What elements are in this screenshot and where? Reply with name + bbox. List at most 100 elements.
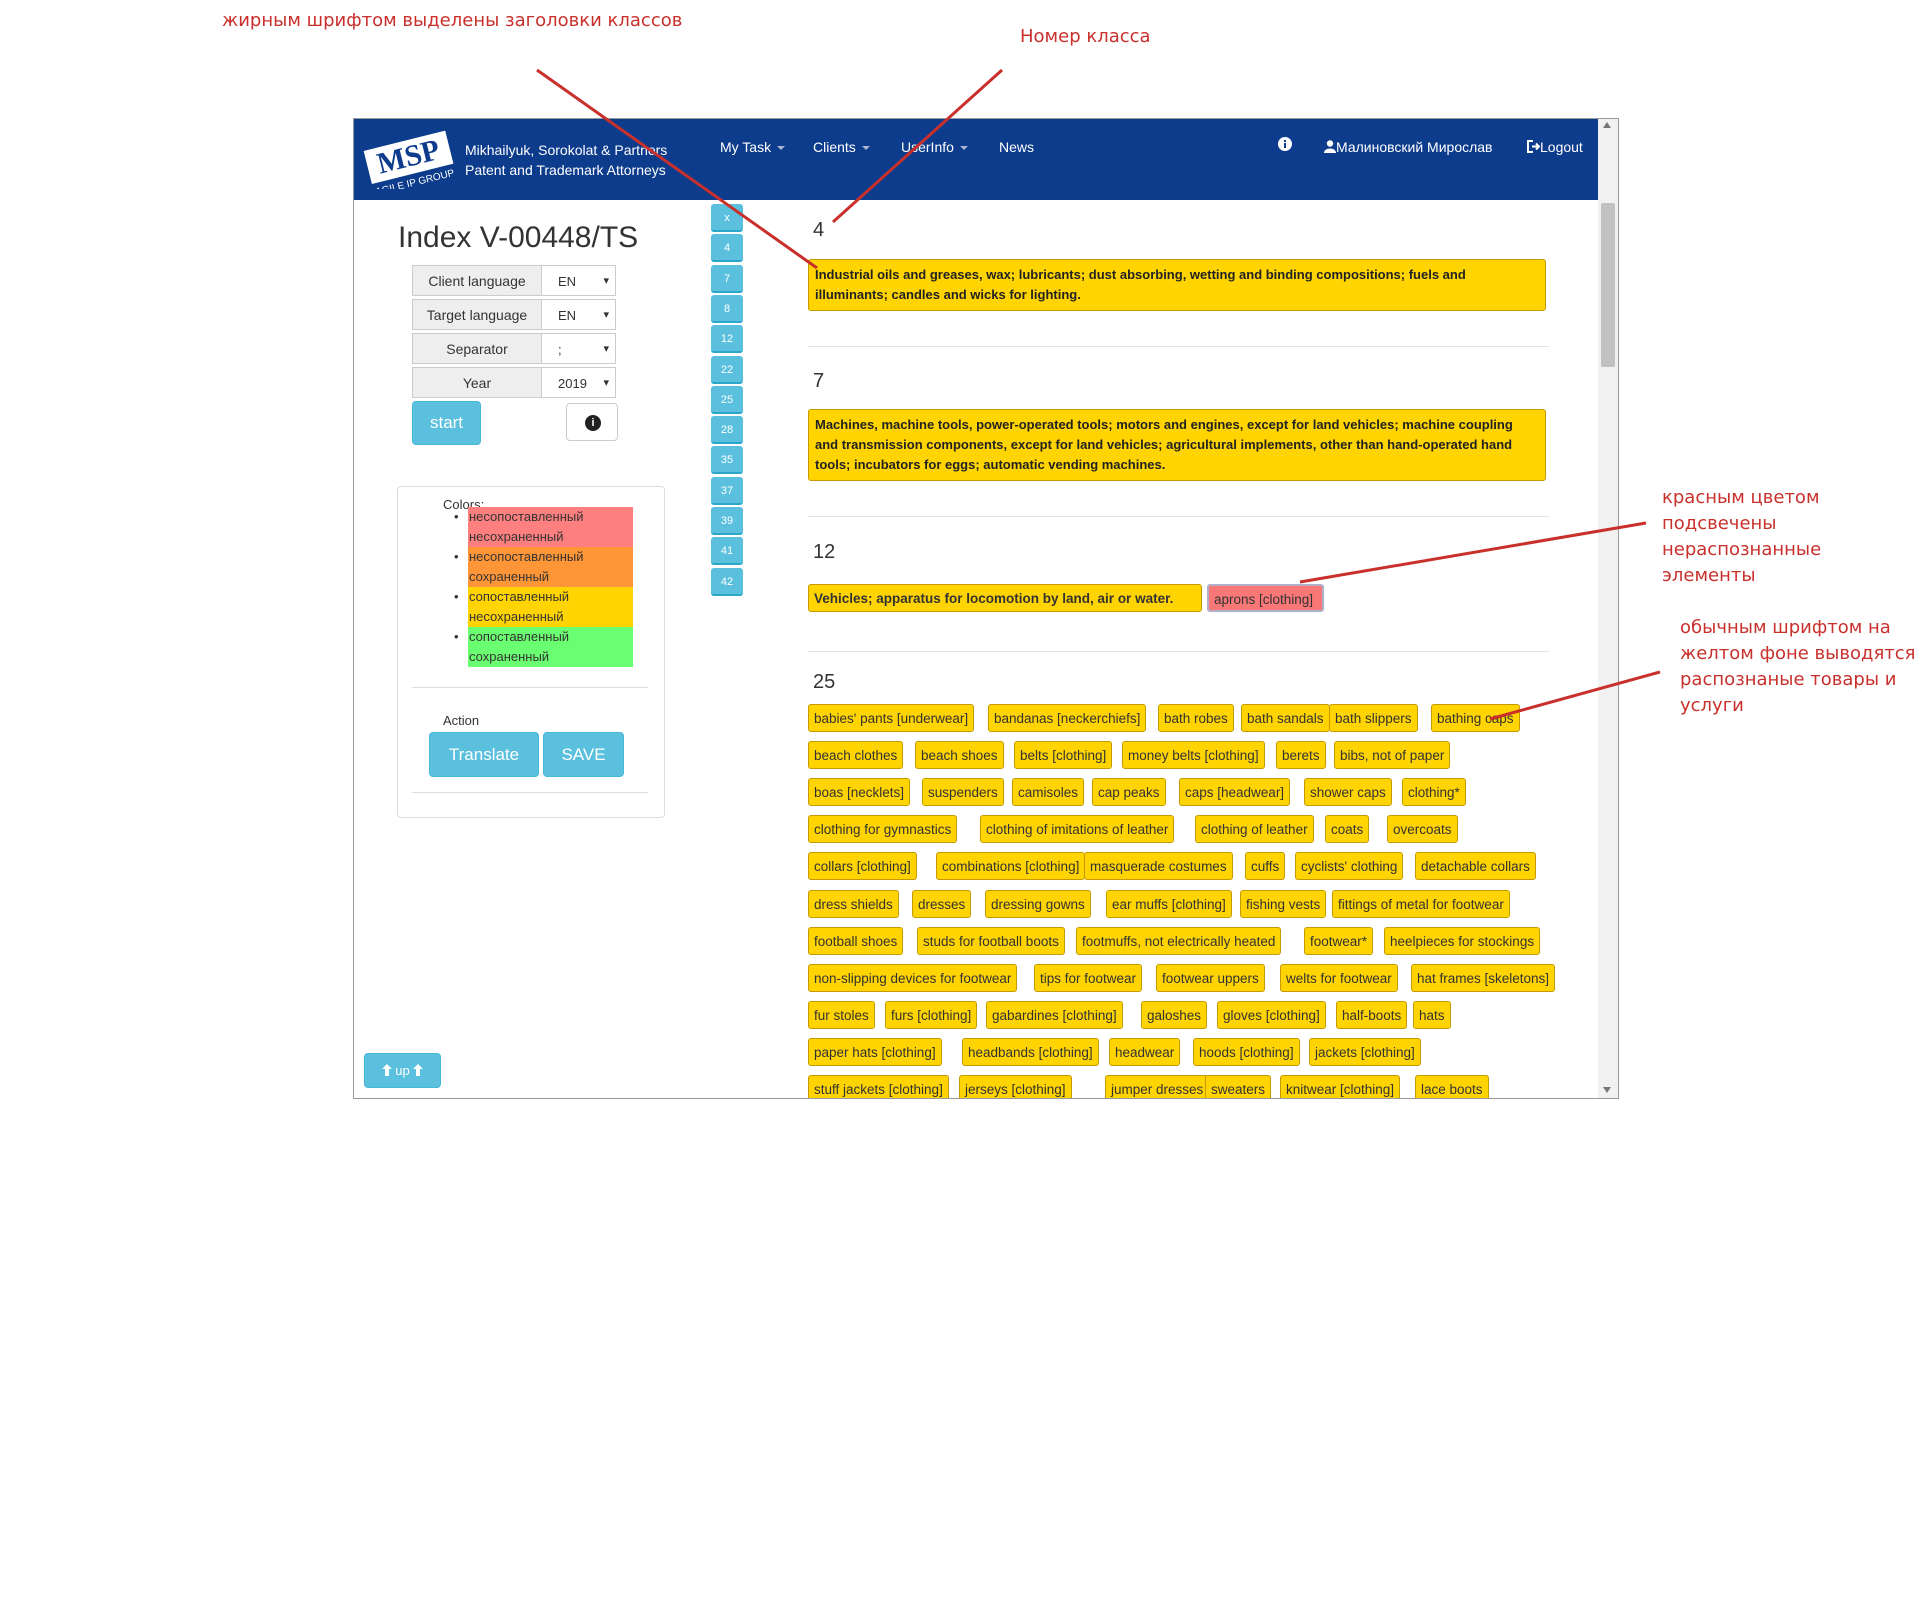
class-header[interactable]: Industrial oils and greases, wax; lubric… <box>808 259 1546 311</box>
recognized-item[interactable]: bath slippers <box>1329 704 1418 732</box>
save-button[interactable]: SAVE <box>543 732 624 777</box>
recognized-item[interactable]: dress shields <box>808 889 899 918</box>
recognized-item[interactable]: half-boots <box>1336 1000 1408 1029</box>
target-language-select[interactable]: EN <box>542 299 616 331</box>
recognized-item[interactable]: money belts [clothing] <box>1122 741 1265 770</box>
recognized-item[interactable]: football shoes <box>808 926 904 955</box>
recognized-item[interactable]: boas [necklets] <box>808 778 911 807</box>
nav-userinfo[interactable]: UserInfo <box>897 137 972 157</box>
recognized-item[interactable]: dressing gowns <box>985 889 1091 918</box>
scrollbar-thumb[interactable] <box>1601 203 1615 367</box>
year-select[interactable]: 2019 <box>542 367 616 398</box>
recognized-item[interactable]: lace boots <box>1415 1075 1489 1098</box>
recognized-item[interactable]: hoods [clothing] <box>1193 1037 1300 1066</box>
recognized-item[interactable]: clothing* <box>1402 778 1466 807</box>
class-nav-button-35[interactable]: 35 <box>711 446 743 475</box>
client-language-select[interactable]: EN <box>542 265 616 297</box>
nav-user[interactable]: Малиновский Мирослав <box>1320 137 1497 157</box>
class-nav-button-8[interactable]: 8 <box>711 294 743 323</box>
class-nav-button-37[interactable]: 37 <box>711 476 743 505</box>
scroll-down-arrow-icon[interactable] <box>1603 1087 1611 1093</box>
recognized-item[interactable]: beach clothes <box>808 741 904 770</box>
recognized-item[interactable]: masquerade costumes <box>1084 852 1233 881</box>
recognized-item[interactable]: clothing of imitations of leather <box>980 815 1175 844</box>
recognized-item[interactable]: coats <box>1325 815 1370 844</box>
nav-my-task[interactable]: My Task <box>716 137 789 157</box>
class-nav-button-22[interactable]: 22 <box>711 355 743 384</box>
class-nav-button-12[interactable]: 12 <box>711 325 743 354</box>
recognized-item[interactable]: clothing for gymnastics <box>808 815 958 844</box>
recognized-item[interactable]: dresses <box>912 889 972 918</box>
class-nav-button-39[interactable]: 39 <box>711 507 743 535</box>
recognized-item[interactable]: non-slipping devices for footwear <box>808 963 1018 992</box>
recognized-item[interactable]: gabardines [clothing] <box>986 1000 1123 1029</box>
class-nav-button-41[interactable]: 41 <box>711 537 743 566</box>
recognized-item[interactable]: cuffs <box>1245 852 1286 881</box>
recognized-item[interactable]: fittings of metal for footwear <box>1332 889 1510 918</box>
class-nav-button-28[interactable]: 28 <box>711 416 743 445</box>
recognized-item[interactable]: welts for footwear <box>1280 963 1398 992</box>
recognized-item[interactable]: sweaters <box>1205 1075 1272 1098</box>
nav-clients[interactable]: Clients <box>809 137 874 157</box>
recognized-item[interactable]: gloves [clothing] <box>1217 1000 1326 1029</box>
nav-news[interactable]: News <box>995 137 1038 157</box>
recognized-item[interactable]: belts [clothing] <box>1014 741 1113 770</box>
recognized-item[interactable]: tips for footwear <box>1034 963 1143 992</box>
recognized-item[interactable]: footwear* <box>1304 926 1374 955</box>
scroll-up-button[interactable]: up <box>364 1053 441 1088</box>
recognized-item[interactable]: headwear <box>1109 1037 1181 1066</box>
recognized-item[interactable]: cap peaks <box>1092 778 1166 807</box>
recognized-item[interactable]: jerseys [clothing] <box>959 1075 1072 1098</box>
recognized-item[interactable]: heelpieces for stockings <box>1384 926 1541 955</box>
start-button[interactable]: start <box>412 401 481 445</box>
recognized-item[interactable]: combinations [clothing] <box>936 852 1086 881</box>
recognized-item[interactable]: jackets [clothing] <box>1309 1037 1421 1066</box>
recognized-item[interactable]: bandanas [neckerchiefs] <box>988 704 1147 732</box>
recognized-item[interactable]: footwear uppers <box>1156 963 1265 992</box>
info-button[interactable]: i <box>566 403 618 441</box>
recognized-item[interactable]: headbands [clothing] <box>962 1037 1099 1066</box>
recognized-item[interactable]: knitwear [clothing] <box>1280 1075 1401 1098</box>
class-nav-button-25[interactable]: 25 <box>711 385 743 414</box>
class-nav-button-x[interactable]: x <box>711 204 743 232</box>
recognized-item[interactable]: clothing of leather <box>1195 815 1314 844</box>
separator-select[interactable]: ; <box>542 333 616 365</box>
recognized-item[interactable]: collars [clothing] <box>808 852 917 881</box>
recognized-item[interactable]: beach shoes <box>915 741 1004 770</box>
unrecognized-item[interactable]: aprons [clothing] <box>1207 584 1324 612</box>
recognized-item[interactable]: caps [headwear] <box>1179 778 1291 807</box>
recognized-item[interactable]: cyclists' clothing <box>1295 852 1404 881</box>
recognized-item[interactable]: detachable collars <box>1415 852 1536 881</box>
recognized-item[interactable]: hats <box>1413 1000 1451 1029</box>
recognized-item[interactable]: jumper dresses <box>1105 1075 1210 1098</box>
recognized-item[interactable]: galoshes <box>1141 1000 1208 1029</box>
recognized-item[interactable]: footmuffs, not electrically heated <box>1076 926 1282 955</box>
recognized-item[interactable]: stuff jackets [clothing] <box>808 1075 949 1098</box>
recognized-item[interactable]: shower caps <box>1304 778 1392 807</box>
class-header[interactable]: Vehicles; apparatus for locomotion by la… <box>808 584 1202 612</box>
recognized-item[interactable]: bath sandals <box>1241 704 1330 732</box>
class-header[interactable]: Machines, machine tools, power-operated … <box>808 409 1546 481</box>
logout-link[interactable]: Logout <box>1522 137 1587 157</box>
recognized-item[interactable]: overcoats <box>1387 815 1458 844</box>
class-nav-button-7[interactable]: 7 <box>711 264 743 293</box>
recognized-item[interactable]: studs for football boots <box>917 926 1065 955</box>
recognized-item[interactable]: ear muffs [clothing] <box>1106 889 1232 918</box>
recognized-item[interactable]: camisoles <box>1012 778 1085 807</box>
translate-button[interactable]: Translate <box>429 732 539 777</box>
recognized-item[interactable]: suspenders <box>922 778 1004 807</box>
recognized-item[interactable]: bath robes <box>1158 704 1234 732</box>
class-nav-button-42[interactable]: 42 <box>711 567 743 596</box>
vertical-scrollbar[interactable] <box>1598 119 1618 1098</box>
recognized-item[interactable]: hat frames [skeletons] <box>1411 963 1556 992</box>
recognized-item[interactable]: bibs, not of paper <box>1334 741 1451 770</box>
recognized-item[interactable]: berets <box>1276 741 1326 770</box>
recognized-item[interactable]: furs [clothing] <box>885 1000 978 1029</box>
recognized-item[interactable]: paper hats [clothing] <box>808 1037 942 1066</box>
scroll-up-arrow-icon[interactable] <box>1603 122 1611 128</box>
recognized-item[interactable]: fishing vests <box>1240 889 1327 918</box>
recognized-item[interactable]: bathing caps <box>1431 704 1520 732</box>
class-nav-button-4[interactable]: 4 <box>711 234 743 263</box>
recognized-item[interactable]: babies' pants [underwear] <box>808 704 975 732</box>
recognized-item[interactable]: fur stoles <box>808 1000 875 1029</box>
